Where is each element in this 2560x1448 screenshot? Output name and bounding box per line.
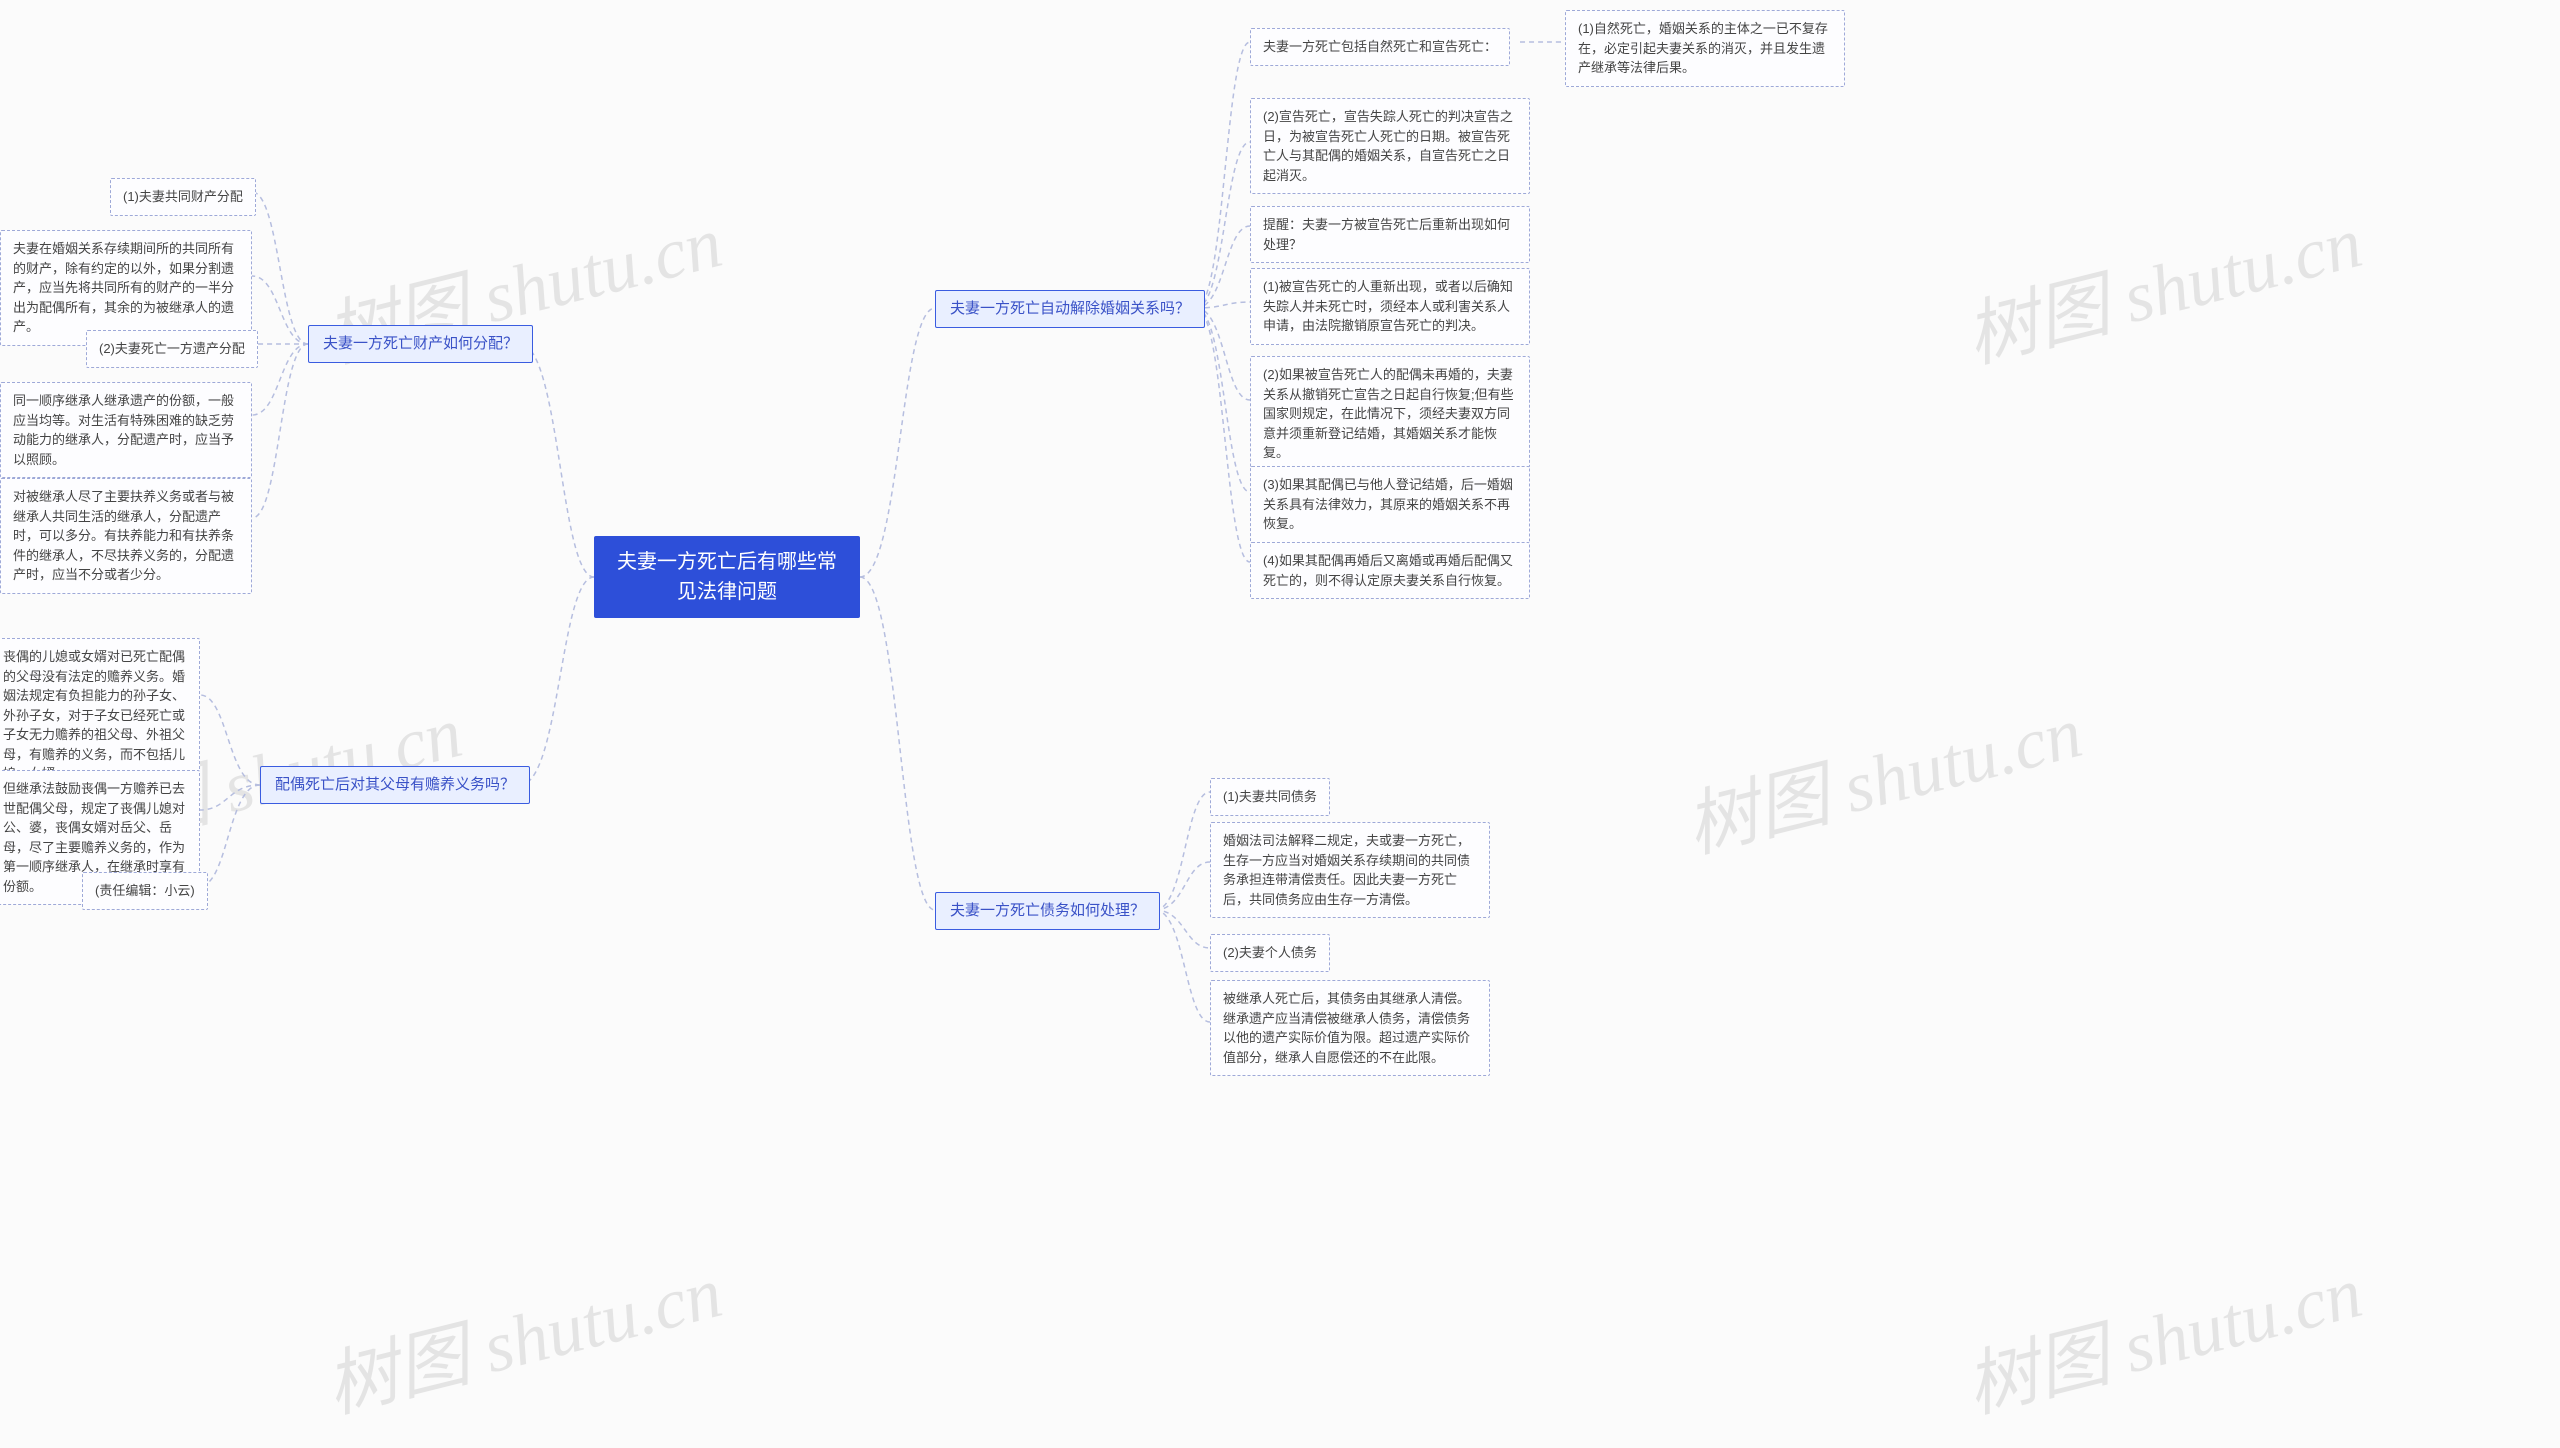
branch-support-parents[interactable]: 配偶死亡后对其父母有赡养义务吗？ [260,766,530,804]
leaf-natural-death: (1)自然死亡，婚姻关系的主体之一已不复存在，必定引起夫妻关系的消灭，并且发生遗… [1565,10,1845,87]
leaf-remarried: (3)如果其配偶已与他人登记结婚，后一婚姻关系具有法律效力，其原来的婚姻关系不再… [1250,466,1530,543]
watermark: 树图 shutu.cn [1953,183,2370,383]
leaf-unmarried-restore: (2)如果被宣告死亡人的配偶未再婚的，夫妻关系从撤销死亡宣告之日起自行恢复;但有… [1250,356,1530,472]
watermark: 树图 shutu.cn [313,1233,730,1433]
leaf-reappear-prompt: 提醒：夫妻一方被宣告死亡后重新出现如何处理？ [1250,206,1530,263]
center-topic[interactable]: 夫妻一方死亡后有哪些常见法律问题 [594,536,860,618]
branch-label: 夫妻一方死亡债务如何处理？ [950,900,1145,923]
leaf-joint-debt-body: 婚姻法司法解释二规定，夫或妻一方死亡，生存一方应当对婚姻关系存续期间的共同债务承… [1210,822,1490,918]
leaf-revoke-declaration: (1)被宣告死亡的人重新出现，或者以后确知失踪人并未死亡时，须经本人或利害关系人… [1250,268,1530,345]
center-topic-label: 夫妻一方死亡后有哪些常见法律问题 [610,547,844,607]
leaf-joint-property-head: (1)夫妻共同财产分配 [110,178,256,216]
branch-label: 夫妻一方死亡自动解除婚姻关系吗？ [950,298,1190,321]
watermark: 树图 shutu.cn [1953,1233,2370,1433]
branch-marriage-dissolve[interactable]: 夫妻一方死亡自动解除婚姻关系吗？ [935,290,1205,328]
leaf-personal-debt-body: 被继承人死亡后，其债务由其继承人清偿。继承遗产应当清偿被继承人债务，清偿债务以他… [1210,980,1490,1076]
leaf-editor-credit: (责任编辑：小云) [82,872,208,910]
leaf-joint-property-body: 夫妻在婚姻关系存续期间所的共同所有的财产，除有约定的以外，如果分割遗产，应当先将… [0,230,252,346]
leaf-support-share: 对被继承人尽了主要扶养义务或者与被继承人共同生活的继承人，分配遗产时，可以多分。… [0,478,252,594]
branch-property-division[interactable]: 夫妻一方死亡财产如何分配？ [308,325,533,363]
branch-debt-handling[interactable]: 夫妻一方死亡债务如何处理？ [935,892,1160,930]
leaf-remarried-divorced: (4)如果其配偶再婚后又离婚或再婚后配偶又死亡的，则不得认定原夫妻关系自行恢复。 [1250,542,1530,599]
leaf-death-types-head: 夫妻一方死亡包括自然死亡和宣告死亡： [1250,28,1510,66]
leaf-equal-share: 同一顺序继承人继承遗产的份额，一般应当均等。对生活有特殊困难的缺乏劳动能力的继承… [0,382,252,478]
leaf-decedent-property-head: (2)夫妻死亡一方遗产分配 [86,330,258,368]
watermark: 树图 shutu.cn [1673,673,2090,873]
leaf-personal-debt-head: (2)夫妻个人债务 [1210,934,1330,972]
branch-label: 夫妻一方死亡财产如何分配？ [323,333,518,356]
leaf-joint-debt-head: (1)夫妻共同债务 [1210,778,1330,816]
leaf-declared-death: (2)宣告死亡，宣告失踪人死亡的判决宣告之日，为被宣告死亡人死亡的日期。被宣告死… [1250,98,1530,194]
branch-label: 配偶死亡后对其父母有赡养义务吗？ [275,774,515,797]
